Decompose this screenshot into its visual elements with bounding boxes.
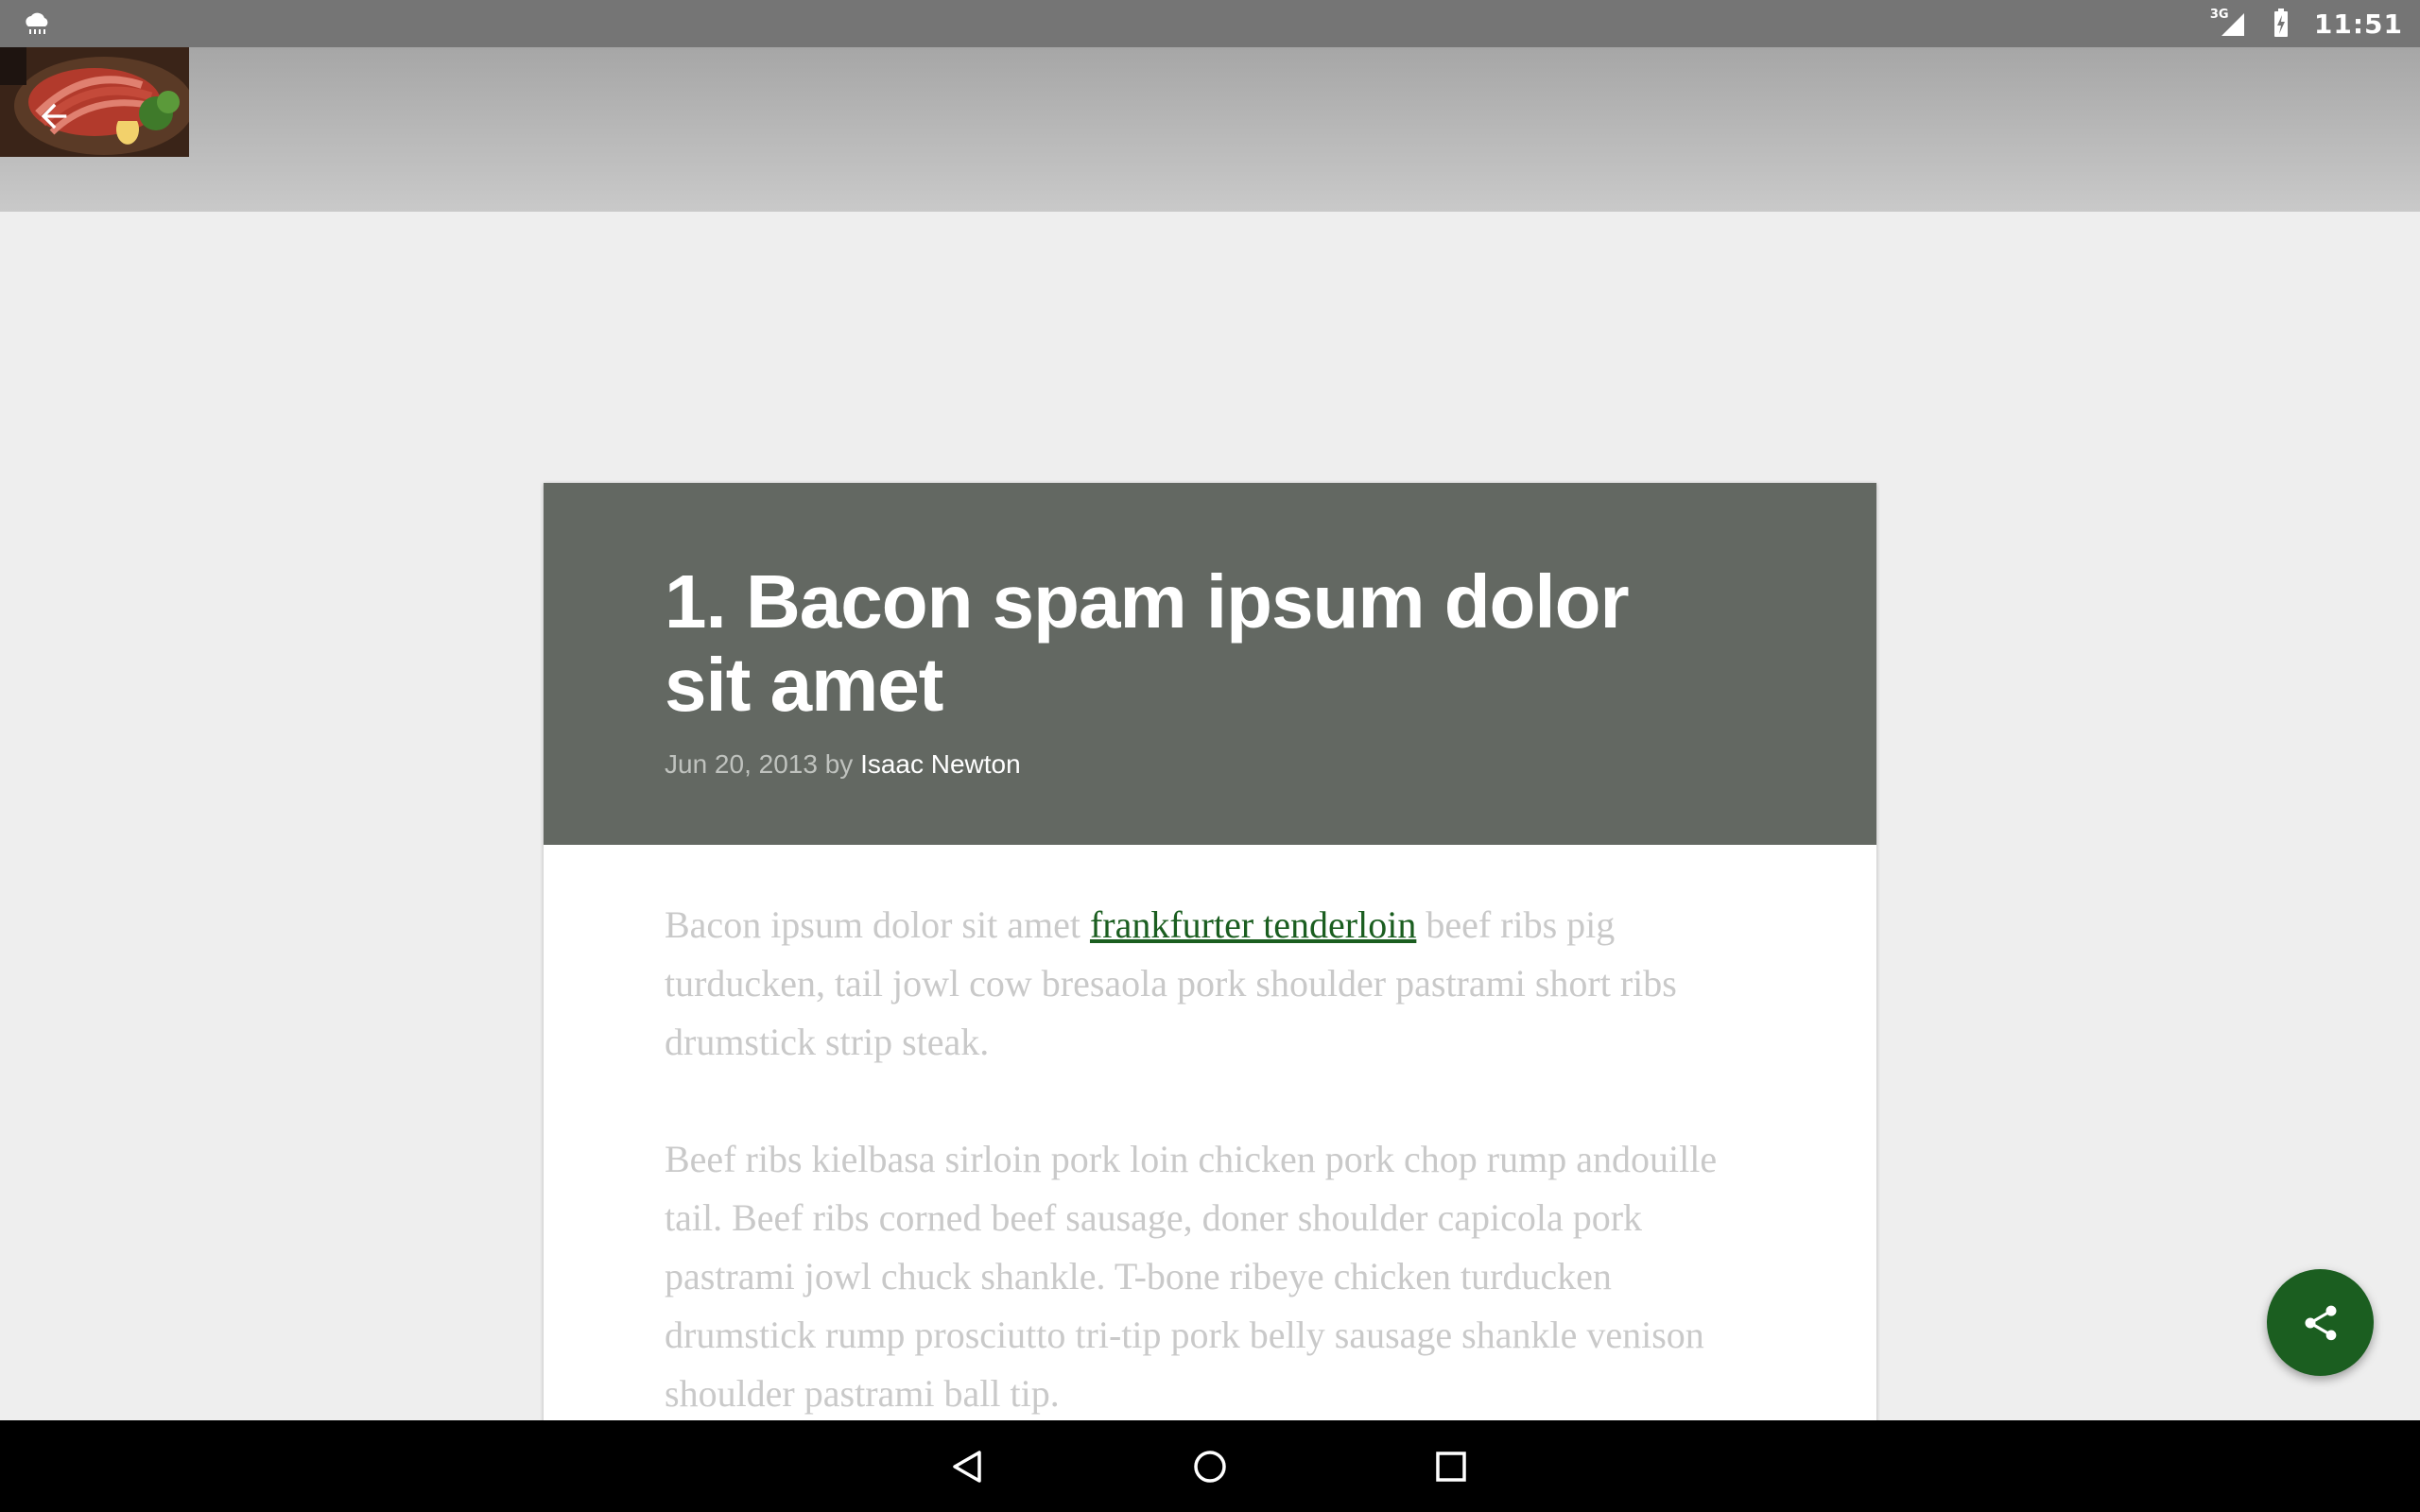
nav-recents-icon xyxy=(1436,1452,1466,1482)
article-card: 1. Bacon spam ipsum dolor sit amet Jun 2… xyxy=(544,483,1876,1512)
status-time: 11:51 xyxy=(2313,8,2403,40)
nav-home-icon xyxy=(1194,1451,1226,1483)
inline-link-frankfurter-tenderloin[interactable]: frankfurter tenderloin xyxy=(1090,903,1416,946)
arrow-back-icon xyxy=(41,103,67,129)
nav-recents-button[interactable] xyxy=(1418,1434,1484,1500)
signal-icon: 3G xyxy=(2210,8,2248,40)
article-meta: Jun 20, 2013 by Isaac Newton xyxy=(665,749,1755,780)
app-bar xyxy=(0,47,2420,212)
article-date: Jun 20, 2013 xyxy=(665,749,818,779)
article-title: 1. Bacon spam ipsum dolor sit amet xyxy=(665,559,1630,727)
article-header: 1. Bacon spam ipsum dolor sit amet Jun 2… xyxy=(544,483,1876,845)
status-right: 3G 11:51 xyxy=(2210,0,2403,47)
navigation-bar xyxy=(0,1420,2420,1512)
article-body: Bacon ipsum dolor sit amet frankfurter t… xyxy=(544,845,1876,1423)
article-paragraph: Bacon ipsum dolor sit amet frankfurter t… xyxy=(665,896,1761,1072)
paragraph-text: Bacon ipsum dolor sit amet xyxy=(665,903,1090,946)
battery-icon xyxy=(2273,9,2288,37)
nav-back-button[interactable] xyxy=(935,1434,1001,1500)
back-button[interactable] xyxy=(21,83,87,149)
screen: 3G 11:51 1. Bacon spam ipsum dolor sit a… xyxy=(0,0,2420,1512)
weather-cloud-icon xyxy=(26,12,48,34)
article-by: by xyxy=(824,749,854,779)
article-paragraph: Beef ribs kielbasa sirloin pork loin chi… xyxy=(665,1138,1718,1415)
article-author[interactable]: Isaac Newton xyxy=(860,749,1021,779)
share-icon xyxy=(2305,1305,2336,1340)
share-button[interactable] xyxy=(2267,1269,2374,1376)
nav-home-button[interactable] xyxy=(1177,1434,1243,1500)
nav-back-icon xyxy=(953,1451,981,1483)
status-bar: 3G 11:51 xyxy=(0,0,2420,47)
